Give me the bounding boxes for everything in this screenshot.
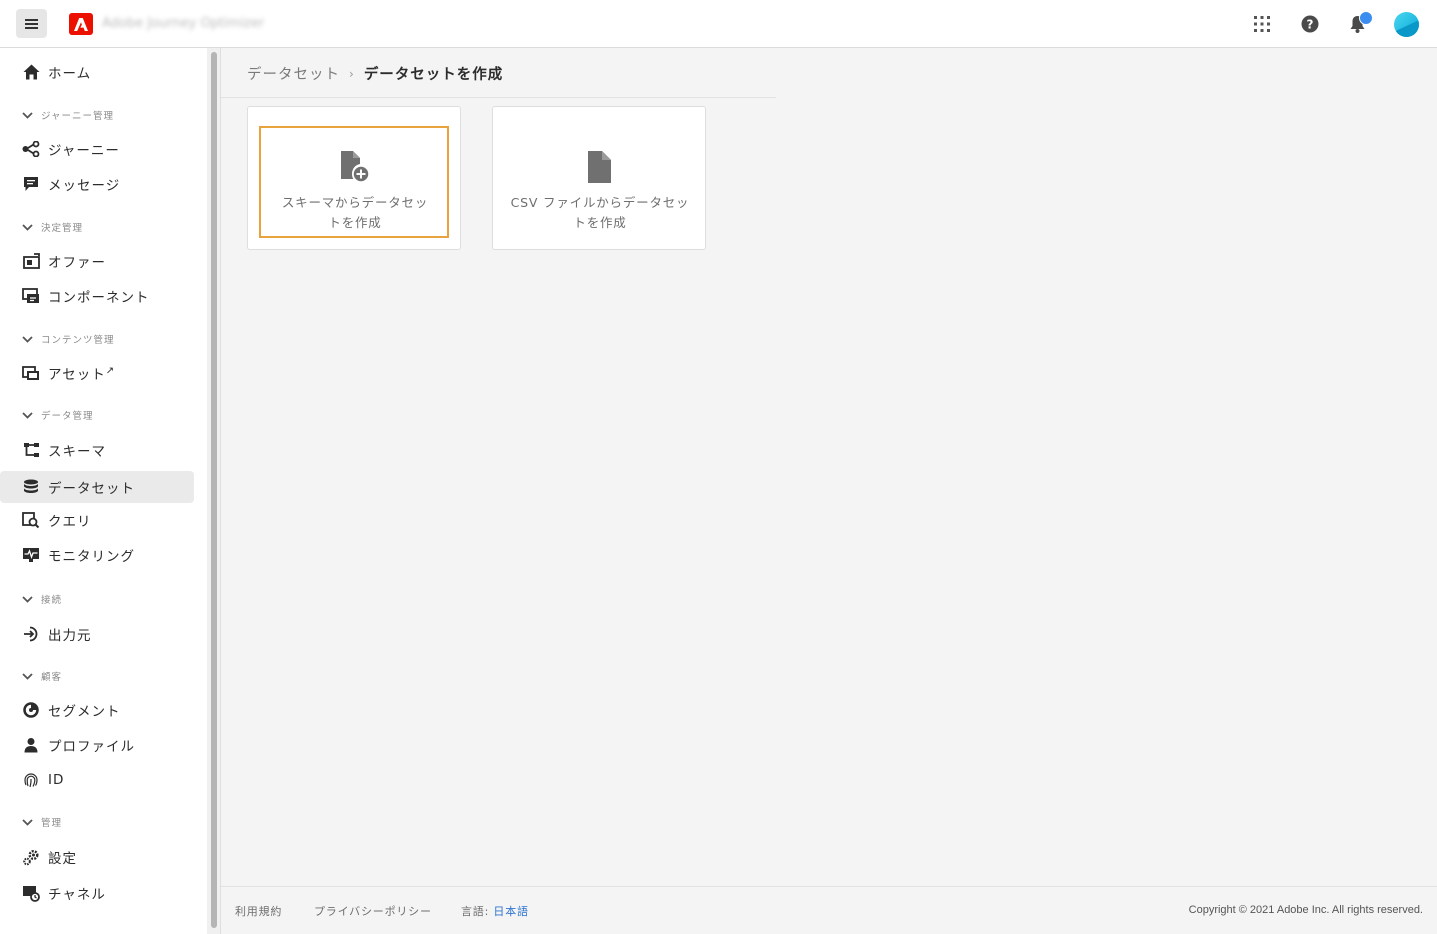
- section-content-management[interactable]: コンテンツ管理: [22, 331, 115, 347]
- query-icon: [22, 511, 40, 529]
- create-from-csv-card[interactable]: CSV ファイルからデータセッ トを作成: [492, 106, 706, 250]
- help-icon[interactable]: ?: [1299, 13, 1321, 35]
- card-label: CSV ファイルからデータセッ トを作成: [510, 195, 690, 230]
- file-add-icon: [341, 151, 370, 183]
- sidebar-item-home[interactable]: ホーム: [0, 56, 194, 88]
- external-link-icon: ↗: [105, 365, 116, 377]
- sidebar-scrollbar-thumb[interactable]: [211, 52, 217, 928]
- app-title: Adobe Journey Optimizer: [102, 16, 265, 31]
- component-icon: [22, 287, 40, 305]
- sidebar-item-datasets[interactable]: データセット: [0, 471, 194, 503]
- chevron-down-icon: [22, 111, 33, 119]
- sidebar-item-queries[interactable]: クエリ: [0, 504, 194, 536]
- app-switcher-icon[interactable]: [1251, 13, 1273, 35]
- hamburger-icon: [25, 18, 38, 29]
- section-journey-management[interactable]: ジャーニー管理: [22, 107, 114, 123]
- header-divider: [221, 97, 776, 98]
- channel-icon: [22, 884, 40, 902]
- file-icon: [588, 151, 611, 183]
- adobe-logo-icon[interactable]: [69, 13, 93, 35]
- chevron-down-icon: [22, 411, 33, 419]
- svg-text:?: ?: [1307, 18, 1314, 32]
- sidebar-item-label: ホーム: [48, 66, 92, 82]
- privacy-policy-link[interactable]: プライバシーポリシー: [314, 903, 432, 919]
- schema-icon: [22, 441, 40, 459]
- sidebar-item-channels[interactable]: チャネル: [0, 877, 194, 909]
- terms-link[interactable]: 利用規約: [235, 903, 282, 919]
- section-data-management[interactable]: データ管理: [22, 407, 94, 423]
- copyright-text: Copyright © 2021 Adobe Inc. All rights r…: [1188, 904, 1423, 916]
- sidebar-item-identities[interactable]: ID: [0, 764, 194, 796]
- footer: 利用規約 プライバシーポリシー 言語: 日本語 Copyright © 2021…: [221, 886, 1437, 934]
- section-decision-management[interactable]: 決定管理: [22, 219, 83, 235]
- sidebar-item-profiles[interactable]: プロファイル: [0, 729, 194, 761]
- notification-badge: [1359, 11, 1373, 25]
- section-administration[interactable]: 管理: [22, 814, 62, 830]
- asset-icon: [22, 364, 40, 382]
- sidebar-item-destinations[interactable]: 出力元: [0, 618, 194, 650]
- sidebar-item-messages[interactable]: メッセージ: [0, 168, 194, 200]
- home-icon: [22, 63, 40, 81]
- sidebar-item-components[interactable]: コンポーネント: [0, 280, 194, 312]
- top-bar: Adobe Journey Optimizer ?: [0, 0, 1437, 48]
- section-customer[interactable]: 顧客: [22, 668, 62, 684]
- user-avatar[interactable]: [1394, 12, 1419, 37]
- chevron-down-icon: [22, 223, 33, 231]
- offer-icon: [22, 252, 40, 270]
- main-content: データセット › データセットを作成 スキーマからデータセッ トを作成 CSV …: [221, 48, 1437, 934]
- create-from-schema-card[interactable]: スキーマからデータセッ トを作成: [247, 106, 461, 250]
- database-icon: [22, 478, 40, 496]
- chevron-down-icon: [22, 818, 33, 826]
- language-selector[interactable]: 言語: 日本語: [461, 903, 529, 919]
- chevron-down-icon: [22, 595, 33, 603]
- user-icon: [22, 736, 40, 754]
- sign-in-icon: [22, 625, 40, 643]
- message-icon: [22, 175, 40, 193]
- sidebar-item-segments[interactable]: セグメント: [0, 694, 194, 726]
- breadcrumb-parent-link[interactable]: データセット: [247, 63, 340, 84]
- sidebar-item-schemas[interactable]: スキーマ: [0, 434, 194, 466]
- monitoring-icon: [22, 546, 40, 564]
- sidebar-item-assets[interactable]: アセット↗: [0, 357, 194, 389]
- sidebar-item-monitoring[interactable]: モニタリング: [0, 539, 194, 571]
- breadcrumb: データセット › データセットを作成: [247, 63, 503, 84]
- journey-icon: [22, 140, 40, 158]
- gears-icon: [22, 848, 40, 866]
- section-connections[interactable]: 接続: [22, 591, 62, 607]
- sidebar-item-settings[interactable]: 設定: [0, 841, 194, 873]
- page-title: データセットを作成: [363, 67, 504, 83]
- sidebar-item-offers[interactable]: オファー: [0, 245, 194, 277]
- fingerprint-icon: [22, 771, 40, 789]
- hamburger-menu-button[interactable]: [16, 9, 47, 38]
- sidebar: ホーム ジャーニー管理 ジャーニー メッセージ 決定管理 オファー コンポーネン…: [0, 48, 207, 934]
- chevron-down-icon: [22, 672, 33, 680]
- segment-icon: [22, 701, 40, 719]
- breadcrumb-separator: ›: [349, 66, 355, 81]
- chevron-down-icon: [22, 335, 33, 343]
- card-label: スキーマからデータセッ トを作成: [281, 195, 429, 230]
- language-value[interactable]: 日本語: [493, 905, 528, 918]
- sidebar-item-journeys[interactable]: ジャーニー: [0, 133, 194, 165]
